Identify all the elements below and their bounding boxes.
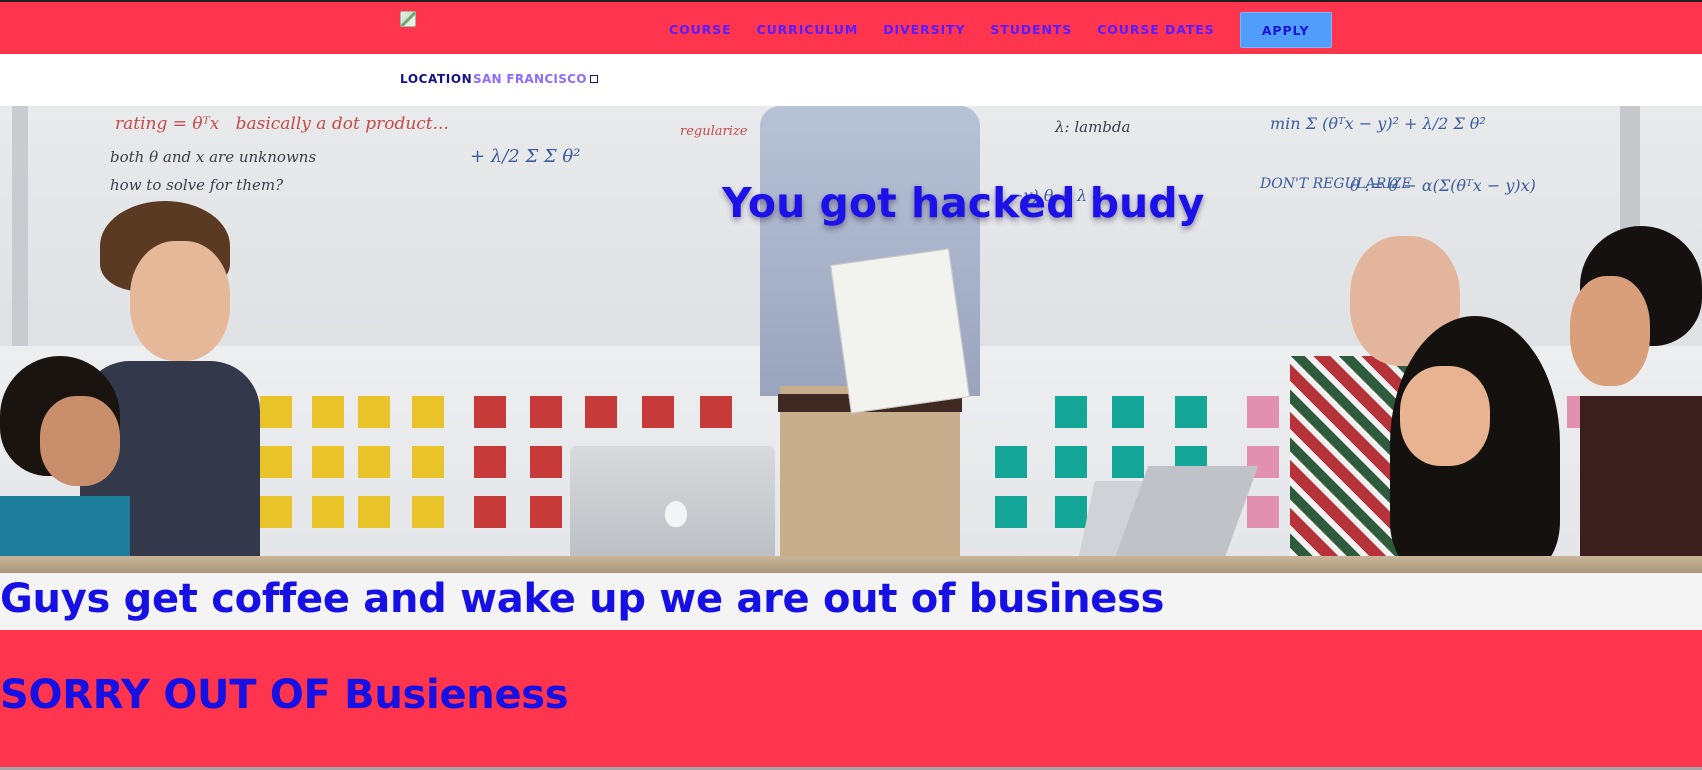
nav-link-curriculum[interactable]: CURRICULUM bbox=[757, 12, 859, 48]
dropdown-toggle-icon[interactable] bbox=[589, 75, 598, 83]
nav-link-diversity[interactable]: DIVERSITY bbox=[883, 12, 965, 48]
location-label: LOCATION bbox=[400, 72, 473, 86]
nav-menu: COURSE CURRICULUM DIVERSITY STUDENTS COU… bbox=[669, 12, 1332, 48]
apply-button[interactable]: APPLY bbox=[1239, 12, 1332, 48]
nav-link-course[interactable]: COURSE bbox=[669, 12, 732, 48]
message-heading: Guys get coffee and wake up we are out o… bbox=[0, 576, 1165, 622]
message-section: Guys get coffee and wake up we are out o… bbox=[0, 573, 1702, 630]
page: COURSE CURRICULUM DIVERSITY STUDENTS COU… bbox=[0, 0, 1702, 770]
broken-image-icon[interactable] bbox=[400, 11, 416, 27]
hero-banner: rating = θᵀx basically a dot product... … bbox=[0, 106, 1702, 573]
closure-heading: SORRY OUT OF Busieness bbox=[0, 672, 569, 718]
closure-banner: SORRY OUT OF Busieness bbox=[0, 630, 1702, 767]
nav-link-students[interactable]: STUDENTS bbox=[990, 12, 1072, 48]
location-selector[interactable]: SAN FRANCISCO bbox=[473, 72, 598, 86]
location-bar: LOCATION SAN FRANCISCO bbox=[0, 54, 1702, 106]
nav-link-course-dates[interactable]: COURSE DATES bbox=[1097, 12, 1214, 48]
location-value: SAN FRANCISCO bbox=[473, 72, 587, 86]
top-navigation-bar: COURSE CURRICULUM DIVERSITY STUDENTS COU… bbox=[0, 0, 1702, 54]
hero-title: You got hacked budy bbox=[722, 179, 1205, 228]
